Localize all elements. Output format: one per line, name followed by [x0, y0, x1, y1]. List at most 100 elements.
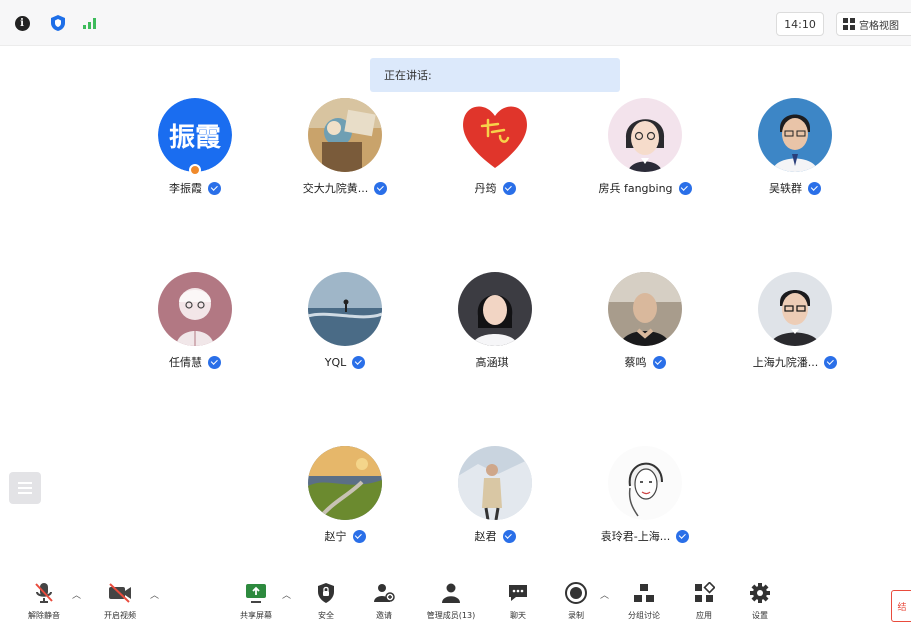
verified-icon: [502, 181, 516, 195]
participant-name: 吴轶群: [769, 182, 802, 195]
participant-name: 房兵 fangbing: [598, 182, 673, 195]
participant-name: 赵宁: [324, 530, 347, 543]
avatar: [608, 446, 682, 520]
share-screen-icon: [243, 580, 269, 606]
participant-tile[interactable]: 任倩慧: [120, 272, 270, 382]
grid-view-button[interactable]: 宫格视图: [836, 12, 911, 36]
gear-icon: [747, 580, 773, 606]
participant-tile[interactable]: 上海九院潘...: [720, 272, 870, 382]
participant-tile[interactable]: 赵君: [420, 446, 570, 556]
record-options-chevron-icon[interactable]: ︿: [600, 588, 609, 601]
chat-label: 聊天: [510, 611, 526, 620]
apps-button[interactable]: 应用: [686, 580, 722, 624]
record-button[interactable]: 录制: [558, 580, 594, 624]
participant-tile[interactable]: 高涵琪: [420, 272, 570, 382]
participant-name: 丹筠: [474, 182, 497, 195]
unmute-button[interactable]: 解除静音: [22, 580, 66, 624]
unmute-label: 解除静音: [28, 611, 60, 620]
audio-options-chevron-icon[interactable]: ︿: [72, 588, 81, 601]
verified-icon: [352, 355, 366, 369]
participant-tile[interactable]: YQL: [270, 272, 420, 382]
participant-name: 高涵琪: [475, 356, 509, 369]
manage-members-label: 管理成员(13): [426, 611, 476, 620]
menu-icon: [18, 482, 32, 494]
verified-icon: [652, 355, 666, 369]
participant-name: 交大九院黄...: [302, 182, 369, 195]
avatar: [608, 272, 682, 346]
security-button[interactable]: 安全: [308, 580, 344, 624]
top-bar: i 14:10 宫格视图: [0, 0, 911, 46]
chat-bubble-icon: [505, 580, 531, 606]
network-signal-icon[interactable]: [80, 13, 100, 33]
participant-name: 蔡鸣: [624, 356, 647, 369]
avatar: [308, 446, 382, 520]
share-screen-label: 共享屏幕: [240, 611, 272, 620]
microphone-muted-icon: [31, 580, 57, 606]
record-icon: [563, 580, 589, 606]
speaking-indicator: 正在讲话:: [370, 58, 620, 92]
chat-button[interactable]: 聊天: [500, 580, 536, 624]
invite-button[interactable]: 邀请: [366, 580, 402, 624]
participant-name: 赵君: [474, 530, 497, 543]
verified-icon: [352, 529, 366, 543]
verified-icon: [208, 181, 221, 195]
info-icon[interactable]: i: [12, 13, 32, 33]
verified-icon: [808, 181, 821, 195]
participant-tile[interactable]: 赵宁: [270, 446, 420, 556]
record-label: 录制: [568, 611, 584, 620]
participant-tile[interactable]: 交大九院黄...: [270, 98, 420, 208]
verified-icon: [374, 181, 388, 195]
apps-grid-icon: [691, 580, 717, 606]
verified-icon: [502, 529, 516, 543]
breakout-rooms-button[interactable]: 分组讨论: [620, 580, 668, 624]
avatar: [608, 98, 682, 172]
participant-tile[interactable]: 房兵 fangbing: [570, 98, 720, 208]
breakout-label: 分组讨论: [628, 611, 660, 620]
members-icon: [438, 580, 464, 606]
settings-button[interactable]: 设置: [742, 580, 778, 624]
share-options-chevron-icon[interactable]: ︿: [282, 588, 291, 601]
share-screen-button[interactable]: 共享屏幕: [234, 580, 278, 624]
invite-user-icon: [371, 580, 397, 606]
participant-name: 任倩慧: [169, 356, 202, 369]
encryption-shield-icon[interactable]: [48, 13, 68, 33]
participant-name: 袁玲君-上海...: [600, 530, 671, 543]
avatar: [458, 272, 532, 346]
side-menu-button[interactable]: [9, 472, 41, 504]
avatar: 振霞: [158, 98, 232, 172]
host-icon: [189, 164, 201, 176]
grid-view-icon: [843, 18, 855, 30]
avatar: [158, 272, 232, 346]
participant-tile[interactable]: 袁玲君-上海...: [570, 446, 720, 556]
avatar: [758, 98, 832, 172]
start-video-button[interactable]: 开启视频: [98, 580, 142, 624]
avatar: [308, 98, 382, 172]
security-shield-icon: [313, 580, 339, 606]
participant-tile[interactable]: 蔡鸣: [570, 272, 720, 382]
meeting-toolbar: 解除静音 ︿ 开启视频 ︿ 共享屏幕 ︿ 安全 邀请 管理成员(13) 聊天 录…: [0, 576, 911, 624]
settings-label: 设置: [752, 611, 768, 620]
participant-tile[interactable]: 吴轶群: [720, 98, 870, 208]
verified-icon: [676, 529, 690, 543]
participant-name: YQL: [324, 355, 347, 369]
participant-tile[interactable]: 振霞 李振霞: [120, 98, 270, 208]
avatar: [458, 98, 532, 172]
avatar: [758, 272, 832, 346]
end-meeting-button[interactable]: 结: [891, 590, 911, 622]
avatar: [308, 272, 382, 346]
meeting-clock: 14:10: [776, 12, 824, 36]
avatar: [458, 446, 532, 520]
participant-name: 上海九院潘...: [752, 356, 819, 369]
start-video-label: 开启视频: [104, 611, 136, 620]
meeting-window: i 14:10 宫格视图 正在讲话: 振霞 李振霞 交大九院黄... 丹筠 房兵…: [0, 0, 911, 624]
video-options-chevron-icon[interactable]: ︿: [150, 588, 159, 601]
apps-label: 应用: [696, 611, 712, 620]
verified-icon: [824, 355, 838, 369]
manage-members-button[interactable]: 管理成员(13): [418, 580, 484, 624]
camera-off-icon: [107, 580, 133, 606]
participant-name: 李振霞: [169, 182, 202, 195]
verified-icon: [208, 355, 221, 369]
participant-tile[interactable]: 丹筠: [420, 98, 570, 208]
breakout-rooms-icon: [631, 580, 657, 606]
grid-view-label: 宫格视图: [859, 20, 899, 32]
